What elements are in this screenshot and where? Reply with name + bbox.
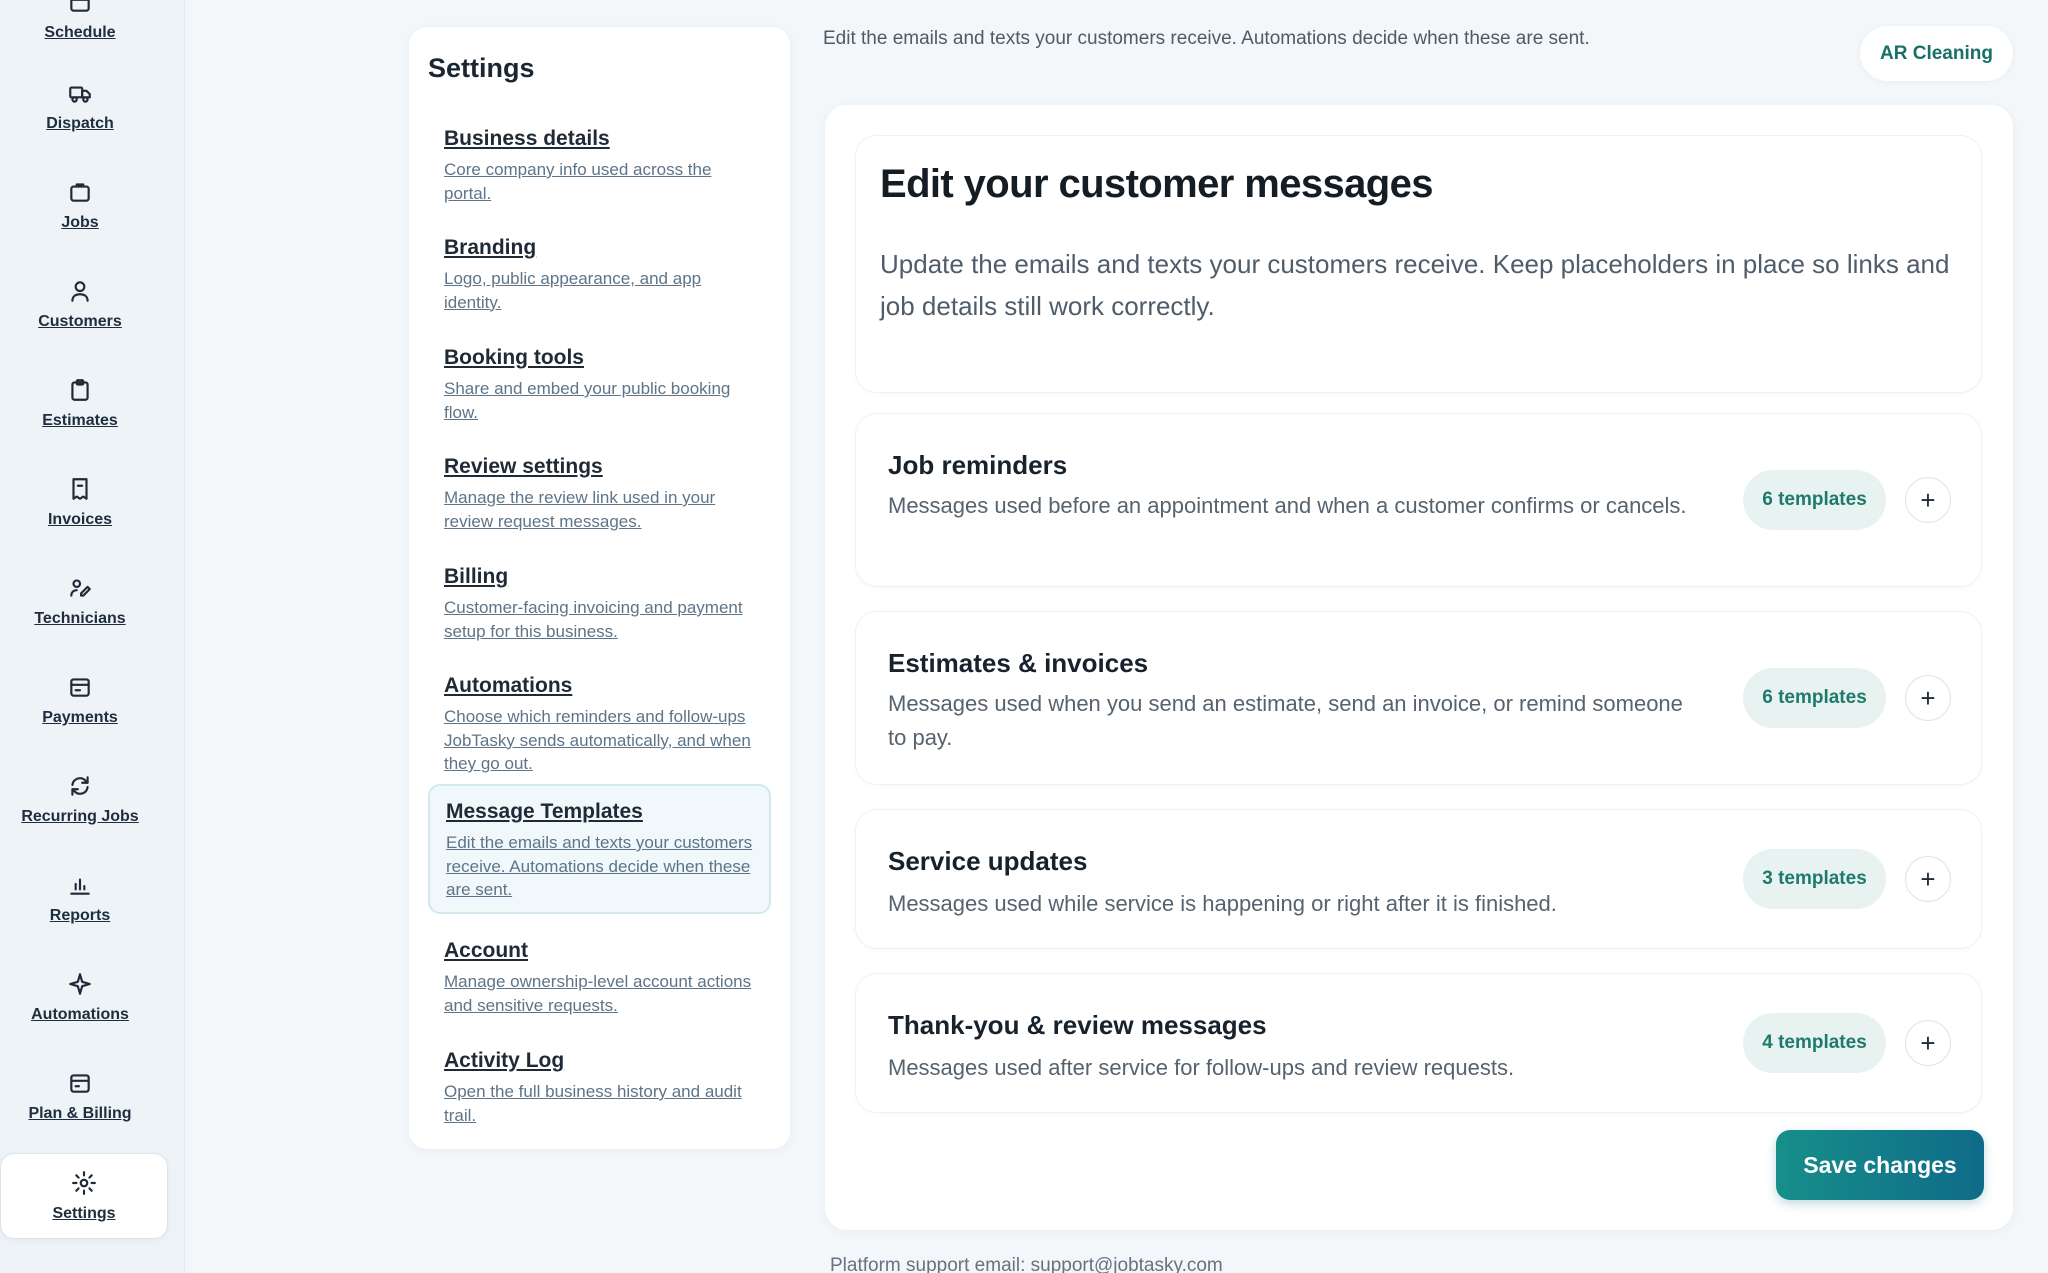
settings-nav-item-desc: Manage ownership-level account actions a… [444, 972, 752, 1015]
template-group-estimates-invoices[interactable]: Estimates & invoices Messages used when … [855, 611, 1982, 785]
settings-nav-item-title: Booking tools [444, 346, 584, 369]
template-count-badge: 6 templates [1743, 470, 1886, 530]
support-email: Platform support email: support@jobtasky… [830, 1255, 1223, 1273]
sidebar-item-technicians[interactable]: Technicians [0, 558, 160, 644]
template-group-title: Estimates & invoices [888, 648, 1149, 678]
add-template-button[interactable]: + [1905, 477, 1951, 523]
sidebar-item-recurring-jobs[interactable]: Recurring Jobs [0, 756, 160, 842]
message-templates-panel: Edit your customer messages Update the e… [825, 105, 2013, 1230]
sidebar-item-estimates[interactable]: Estimates [0, 360, 160, 446]
sidebar-item-jobs[interactable]: Jobs [0, 162, 160, 248]
add-template-button[interactable]: + [1905, 1020, 1951, 1066]
sidebar-item-label: Settings [52, 1205, 116, 1222]
add-template-button[interactable]: + [1905, 675, 1951, 721]
settings-nav-item-title: Automations [444, 674, 573, 697]
page-title: Edit your customer messages [880, 162, 1434, 206]
template-group-desc: Messages used after service for follow-u… [888, 1055, 1515, 1080]
settings-nav-item-desc: Open the full business history and audit… [444, 1082, 742, 1125]
settings-nav-billing[interactable]: Billing Customer-facing invoicing and pa… [428, 551, 771, 653]
settings-nav-item-desc: Core company info used across the portal… [444, 160, 712, 203]
settings-nav: Settings Business details Core company i… [409, 27, 790, 1149]
credit-card-icon [66, 1069, 94, 1097]
settings-nav-business-details[interactable]: Business details Core company info used … [428, 113, 771, 215]
template-count-badge: 6 templates [1743, 668, 1886, 728]
template-group-desc: Messages used while service is happening… [888, 891, 1557, 916]
sparkle-icon [66, 970, 94, 998]
settings-nav-message-templates[interactable]: Message Templates Edit the emails and te… [428, 784, 771, 914]
settings-nav-item-title: Review settings [444, 455, 603, 478]
settings-nav-booking-tools[interactable]: Booking tools Share and embed your publi… [428, 332, 771, 434]
template-group-title: Job reminders [888, 450, 1068, 480]
app-sidebar: Schedule Dispatch Jobs Customers Estimat… [0, 0, 185, 1273]
settings-nav-item-title: Account [444, 939, 528, 962]
settings-nav-item-desc: Logo, public appearance, and app identit… [444, 269, 702, 312]
technician-icon [66, 574, 94, 602]
sidebar-item-payments[interactable]: Payments [0, 657, 160, 743]
sidebar-item-customers[interactable]: Customers [0, 261, 160, 347]
sidebar-item-label: Reports [49, 907, 111, 924]
template-group-service-updates[interactable]: Service updates Messages used while serv… [855, 809, 1982, 949]
sidebar-item-label: Payments [42, 709, 118, 726]
template-group-title: Thank-you & review messages [888, 1010, 1267, 1040]
settings-nav-activity-log[interactable]: Activity Log Open the full business hist… [428, 1035, 771, 1137]
settings-nav-item-desc: Choose which reminders and follow-ups Jo… [444, 707, 751, 773]
sidebar-item-label: Estimates [42, 412, 118, 429]
template-group-title: Service updates [888, 846, 1088, 876]
page-description: Edit the emails and texts your customers… [823, 28, 1590, 49]
settings-nav-item-desc: Manage the review link used in your revi… [444, 488, 716, 531]
settings-nav-item-title: Message Templates [446, 800, 643, 823]
calendar-icon [66, 0, 94, 16]
sidebar-item-label: Dispatch [46, 115, 114, 132]
template-group-desc: Messages used before an appointment and … [888, 493, 1687, 518]
template-group-desc: Messages used when you send an estimate,… [888, 691, 1683, 750]
settings-nav-account[interactable]: Account Manage ownership-level account a… [428, 925, 771, 1027]
settings-nav-item-title: Activity Log [444, 1049, 565, 1072]
sidebar-item-automations[interactable]: Automations [0, 954, 160, 1040]
intro-text: Update the emails and texts your custome… [880, 249, 1950, 321]
template-count-badge: 4 templates [1743, 1013, 1886, 1073]
settings-nav-item-title: Branding [444, 236, 537, 259]
sidebar-item-settings[interactable]: Settings [0, 1153, 168, 1239]
settings-nav-item-desc: Edit the emails and texts your customers… [446, 833, 753, 899]
settings-nav-automations[interactable]: Automations Choose which reminders and f… [428, 660, 771, 786]
settings-nav-item-title: Business details [444, 127, 610, 150]
sidebar-item-label: Recurring Jobs [21, 808, 139, 825]
settings-nav-item-desc: Share and embed your public booking flow… [444, 379, 731, 422]
sidebar-item-invoices[interactable]: Invoices [0, 459, 160, 545]
wallet-icon [66, 673, 94, 701]
settings-nav-title: Settings [428, 53, 535, 83]
sidebar-item-reports[interactable]: Reports [0, 855, 160, 941]
sidebar-item-label: Invoices [47, 511, 113, 528]
intro-card: Edit your customer messages Update the e… [855, 135, 1982, 393]
sidebar-item-dispatch[interactable]: Dispatch [0, 63, 160, 149]
template-count-badge: 3 templates [1743, 849, 1886, 909]
gear-icon [70, 1169, 98, 1197]
template-group-job-reminders[interactable]: Job reminders Messages used before an ap… [855, 413, 1982, 587]
business-switcher[interactable]: AR Cleaning [1860, 26, 2013, 81]
settings-nav-item-title: Billing [444, 565, 509, 588]
sidebar-item-label: Jobs [61, 214, 99, 231]
save-changes-button[interactable]: Save changes [1776, 1130, 1984, 1200]
sidebar-item-plan-billing[interactable]: Plan & Billing [0, 1053, 160, 1139]
briefcase-icon [66, 178, 94, 206]
bar-chart-icon [66, 871, 94, 899]
clipboard-icon [66, 376, 94, 404]
sidebar-item-label: Automations [31, 1006, 129, 1023]
add-template-button[interactable]: + [1905, 856, 1951, 902]
repeat-icon [66, 772, 94, 800]
user-icon [66, 277, 94, 305]
truck-icon [66, 79, 94, 107]
settings-nav-review-settings[interactable]: Review settings Manage the review link u… [428, 441, 771, 543]
sidebar-item-label: Schedule [44, 24, 116, 41]
sidebar-item-label: Customers [38, 313, 122, 330]
settings-nav-branding[interactable]: Branding Logo, public appearance, and ap… [428, 222, 771, 324]
sidebar-item-label: Plan & Billing [28, 1105, 132, 1122]
sidebar-item-label: Technicians [34, 610, 126, 627]
template-group-thank-you-review[interactable]: Thank-you & review messages Messages use… [855, 973, 1982, 1113]
receipt-icon [66, 475, 94, 503]
sidebar-item-schedule[interactable]: Schedule [0, 0, 160, 58]
settings-nav-item-desc: Customer-facing invoicing and payment se… [444, 598, 743, 641]
